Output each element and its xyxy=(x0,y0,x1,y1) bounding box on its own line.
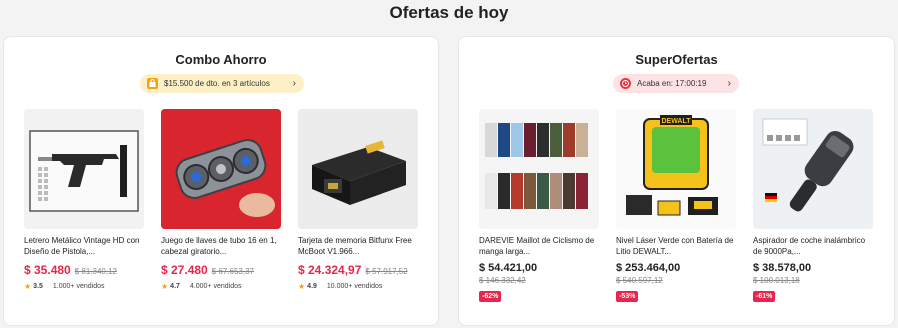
product-price: $ 253.464,00 xyxy=(616,262,681,274)
product-old-price: $ 100.013,18 xyxy=(753,276,800,285)
product-image-laser-level[interactable]: DEWALT xyxy=(616,109,736,229)
chevron-right-icon: › xyxy=(727,78,731,89)
countdown-text: Acaba en: 17:00:19 xyxy=(637,79,707,88)
section-title[interactable]: Combo Ahorro xyxy=(4,52,438,67)
product-name[interactable]: Letrero Metálico Vintage HD con Diseño d… xyxy=(24,235,144,257)
product-old-price: $ 81.340,12 xyxy=(74,267,117,276)
product-card[interactable]: Aspirador de coche inalámbrico de 9000Pa… xyxy=(753,109,873,303)
product-sold-count: 4.000+ vendidos xyxy=(189,283,242,290)
product-card[interactable]: Letrero Metálico Vintage HD con Diseño d… xyxy=(24,109,144,291)
section-title[interactable]: SuperOfertas xyxy=(459,52,894,67)
product-sold-count: 10.000+ vendidos xyxy=(326,283,383,290)
product-name[interactable]: Juego de llaves de tubo 16 en 1, cabezal… xyxy=(161,235,281,257)
product-name[interactable]: Tarjeta de memoria Bitfunx Free McBoot V… xyxy=(298,235,418,257)
product-image-memory-card[interactable] xyxy=(298,109,418,229)
product-price: $ 38.578,00 xyxy=(753,262,812,274)
clock-icon xyxy=(620,78,631,89)
product-sold-count: 1.000+ vendidos xyxy=(52,283,105,290)
star-icon: ★ xyxy=(161,282,169,291)
product-old-price: $ 67.653,37 xyxy=(211,267,254,276)
product-image-metal-sign[interactable] xyxy=(24,109,144,229)
product-old-price: $ 57.917,52 xyxy=(365,267,408,276)
product-card[interactable]: DAREVIE Maillot de Ciclismo de manga lar… xyxy=(479,109,599,303)
dewalt-logo: DEWALT xyxy=(661,118,691,125)
page-title: Ofertas de hoy xyxy=(389,3,509,22)
chevron-right-icon: › xyxy=(292,78,296,89)
coupon-bag-icon xyxy=(147,78,158,89)
product-rating: 3.5 xyxy=(33,283,43,290)
product-name[interactable]: DAREVIE Maillot de Ciclismo de manga lar… xyxy=(479,235,599,257)
product-rating: 4.7 xyxy=(170,283,180,290)
countdown-pill[interactable]: Acaba en: 17:00:19 › xyxy=(613,74,739,93)
discount-badge: -62% xyxy=(479,291,502,302)
product-old-price: $ 146.332,42 xyxy=(479,276,526,285)
product-name[interactable]: Nivel Láser Verde con Batería de Litio D… xyxy=(616,235,736,257)
discount-badge: -61% xyxy=(753,291,776,302)
combo-ahorro-section: Combo Ahorro $15.500 de dto. en 3 artícu… xyxy=(3,36,439,326)
product-card[interactable]: Tarjeta de memoria Bitfunx Free McBoot V… xyxy=(298,109,418,291)
product-name[interactable]: Aspirador de coche inalámbrico de 9000Pa… xyxy=(753,235,873,257)
product-image-socket-wrench[interactable] xyxy=(161,109,281,229)
product-price: $ 54.421,00 xyxy=(479,262,538,274)
combo-discount-text: $15.500 de dto. en 3 artículos xyxy=(164,79,270,88)
product-image-cycling-jerseys[interactable] xyxy=(479,109,599,229)
superofertas-section: SuperOfertas Acaba en: 17:00:19 › DAREVI… xyxy=(458,36,895,326)
product-price: $ 24.324,97 xyxy=(298,263,362,277)
product-price: $ 27.480 xyxy=(161,263,208,277)
combo-discount-pill[interactable]: $15.500 de dto. en 3 artículos › xyxy=(140,74,304,93)
discount-badge: -53% xyxy=(616,291,639,302)
star-icon: ★ xyxy=(298,282,306,291)
star-icon: ★ xyxy=(24,282,32,291)
product-rating: 4.9 xyxy=(307,283,317,290)
product-old-price: $ 540.597,12 xyxy=(616,276,663,285)
product-image-car-vacuum[interactable] xyxy=(753,109,873,229)
product-card[interactable]: Juego de llaves de tubo 16 en 1, cabezal… xyxy=(161,109,281,291)
product-price: $ 35.480 xyxy=(24,263,71,277)
product-card[interactable]: DEWALT Nivel Láser Verde con Batería de … xyxy=(616,109,736,303)
